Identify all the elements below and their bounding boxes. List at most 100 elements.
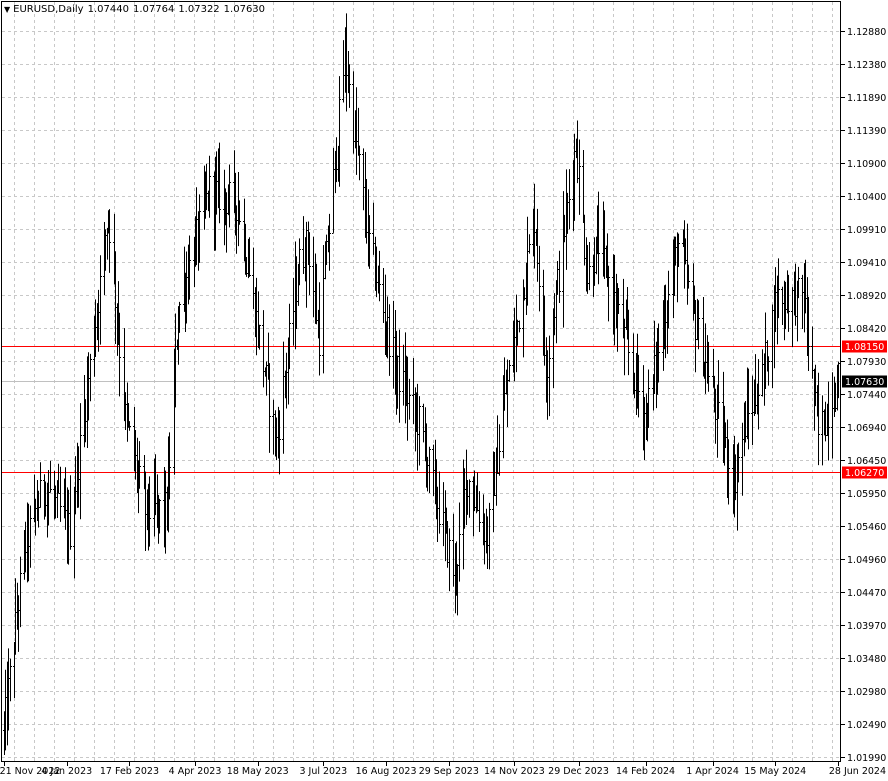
y-tick-label: 1.07440 bbox=[847, 390, 886, 401]
ohlc-bar bbox=[422, 403, 425, 443]
y-tick-label: 1.12880 bbox=[847, 27, 886, 38]
ohlc-bar bbox=[548, 335, 551, 417]
ohlc-bar bbox=[791, 287, 794, 348]
y-tick-label: 1.11390 bbox=[847, 126, 886, 137]
ohlc-bar bbox=[372, 202, 375, 255]
y-tick-label: 1.05950 bbox=[847, 489, 886, 500]
ohlc-bar bbox=[29, 505, 32, 568]
x-tick-label: 29 Dec 2023 bbox=[548, 766, 609, 777]
ohlc-bar bbox=[402, 344, 405, 406]
current-price-label: 1.07630 bbox=[845, 377, 884, 388]
ohlc-bar bbox=[583, 214, 586, 266]
ohlc-bar bbox=[582, 150, 585, 223]
ohlc-bar bbox=[538, 245, 541, 312]
ohlc-bar bbox=[358, 145, 361, 181]
ohlc-bar bbox=[741, 422, 744, 496]
y-tick-label: 1.06940 bbox=[847, 423, 886, 434]
ohlc-bar bbox=[468, 479, 471, 518]
ohlc-bar bbox=[478, 491, 481, 532]
ohlc-bar bbox=[428, 446, 431, 493]
ohlc-bar bbox=[458, 502, 461, 582]
ohlc-bar bbox=[801, 274, 804, 329]
y-tick-label: 1.02490 bbox=[847, 720, 886, 731]
ohlc-bar bbox=[562, 191, 565, 328]
ohlc-bar bbox=[508, 360, 511, 382]
y-tick-label: 1.03480 bbox=[847, 654, 886, 665]
ohlc-bar bbox=[518, 320, 521, 333]
ohlc-bar bbox=[388, 304, 391, 376]
y-tick-label: 1.06450 bbox=[847, 456, 886, 467]
y-tick-label: 1.09910 bbox=[847, 225, 886, 236]
ohlc-bar bbox=[498, 424, 501, 476]
ohlc-bar bbox=[49, 460, 52, 493]
close-price: 1.07630 bbox=[223, 4, 266, 15]
chart-canvas[interactable]: 1.07630 1.08150 1.06270 1.12880 1.12380 1.11… bbox=[0, 0, 888, 781]
ohlc-bar bbox=[831, 372, 834, 459]
y-tick-label: 1.09410 bbox=[847, 258, 886, 269]
ohlc-bar bbox=[302, 216, 305, 275]
ohlc-bars bbox=[3, 13, 840, 755]
y-tick-label: 1.08420 bbox=[847, 324, 886, 335]
ohlc-bar bbox=[265, 361, 268, 396]
ohlc-bar bbox=[312, 236, 315, 318]
collapse-triangle-icon[interactable]: ▼ bbox=[4, 5, 10, 14]
ohlc-bar bbox=[536, 208, 539, 282]
ohlc-bar bbox=[342, 40, 345, 103]
x-tick-label: 3 Jul 2023 bbox=[299, 766, 347, 777]
ohlc-bar bbox=[578, 139, 581, 215]
ohlc-bar bbox=[322, 244, 325, 374]
ohlc-bar bbox=[332, 147, 335, 234]
ohlc-bar bbox=[442, 482, 445, 547]
ohlc-bar bbox=[362, 148, 365, 211]
y-tick-label: 1.03970 bbox=[847, 621, 886, 632]
ohlc-bar bbox=[262, 310, 265, 388]
ohlc-bar bbox=[568, 169, 571, 230]
ohlc-bar bbox=[588, 242, 591, 291]
x-tick-label: 14 Nov 2023 bbox=[484, 766, 545, 777]
y-tick-label: 1.01990 bbox=[847, 753, 886, 764]
x-tick-label: 17 Feb 2023 bbox=[100, 766, 159, 777]
ohlc-bar bbox=[751, 375, 754, 446]
low-price: 1.07322 bbox=[178, 4, 220, 15]
ohlc-bar bbox=[79, 403, 82, 520]
y-tick-label: 1.10400 bbox=[847, 192, 886, 203]
ohlc-bar bbox=[252, 247, 255, 310]
x-tick-label: 4 Apr 2023 bbox=[169, 766, 222, 777]
y-tick-label: 1.07930 bbox=[847, 357, 886, 368]
ohlc-bar bbox=[821, 395, 824, 466]
ohlc-bar bbox=[69, 475, 72, 550]
ohlc-bar bbox=[528, 234, 531, 254]
ohlc-bar bbox=[761, 349, 764, 397]
x-tick-label: 15 May 2024 bbox=[744, 766, 806, 777]
open-price: 1.07440 bbox=[87, 4, 129, 15]
ohlc-bar bbox=[99, 255, 102, 345]
ohlc-bar bbox=[59, 466, 62, 522]
y-tick-label: 1.02980 bbox=[847, 687, 886, 698]
ohlc-bar bbox=[412, 357, 415, 424]
level-price-label: 1.06270 bbox=[845, 468, 884, 479]
x-tick-label: 16 Aug 2023 bbox=[356, 766, 417, 777]
ohlc-bar bbox=[418, 396, 421, 466]
symbol-timeframe: EURUSD,Daily bbox=[13, 4, 84, 15]
ohlc-bar bbox=[438, 471, 441, 534]
x-tick-label: 29 Sep 2023 bbox=[419, 766, 479, 777]
chart[interactable]: 1.07630 1.08150 1.06270 1.12880 1.12380 1.11… bbox=[0, 0, 888, 781]
x-tick-label: 4 Jan 2023 bbox=[41, 766, 92, 777]
x-tick-label: 1 Apr 2024 bbox=[686, 766, 739, 777]
ohlc-bar bbox=[39, 462, 42, 508]
y-tick-label: 1.05460 bbox=[847, 522, 886, 533]
ohlc-bar bbox=[392, 300, 395, 389]
ohlc-bar bbox=[781, 286, 784, 326]
ohlc-bar bbox=[282, 341, 285, 454]
ohlc-bar bbox=[398, 329, 401, 423]
ohlc-bar bbox=[89, 353, 92, 402]
level-price-label: 1.08150 bbox=[845, 342, 884, 353]
ohlc-bar bbox=[686, 223, 689, 305]
y-tick-label: 1.11890 bbox=[847, 93, 886, 104]
ohlc-bar bbox=[408, 378, 411, 420]
high-price: 1.07764 bbox=[132, 4, 175, 15]
y-tick-label: 1.08920 bbox=[847, 291, 886, 302]
x-tick-label: 28 Jun 2024 bbox=[829, 766, 886, 777]
chart-header: ▼ EURUSD,Daily 1.07440 1.07764 1.07322 1.0763… bbox=[4, 4, 265, 15]
y-tick-label: 1.10900 bbox=[847, 159, 886, 170]
